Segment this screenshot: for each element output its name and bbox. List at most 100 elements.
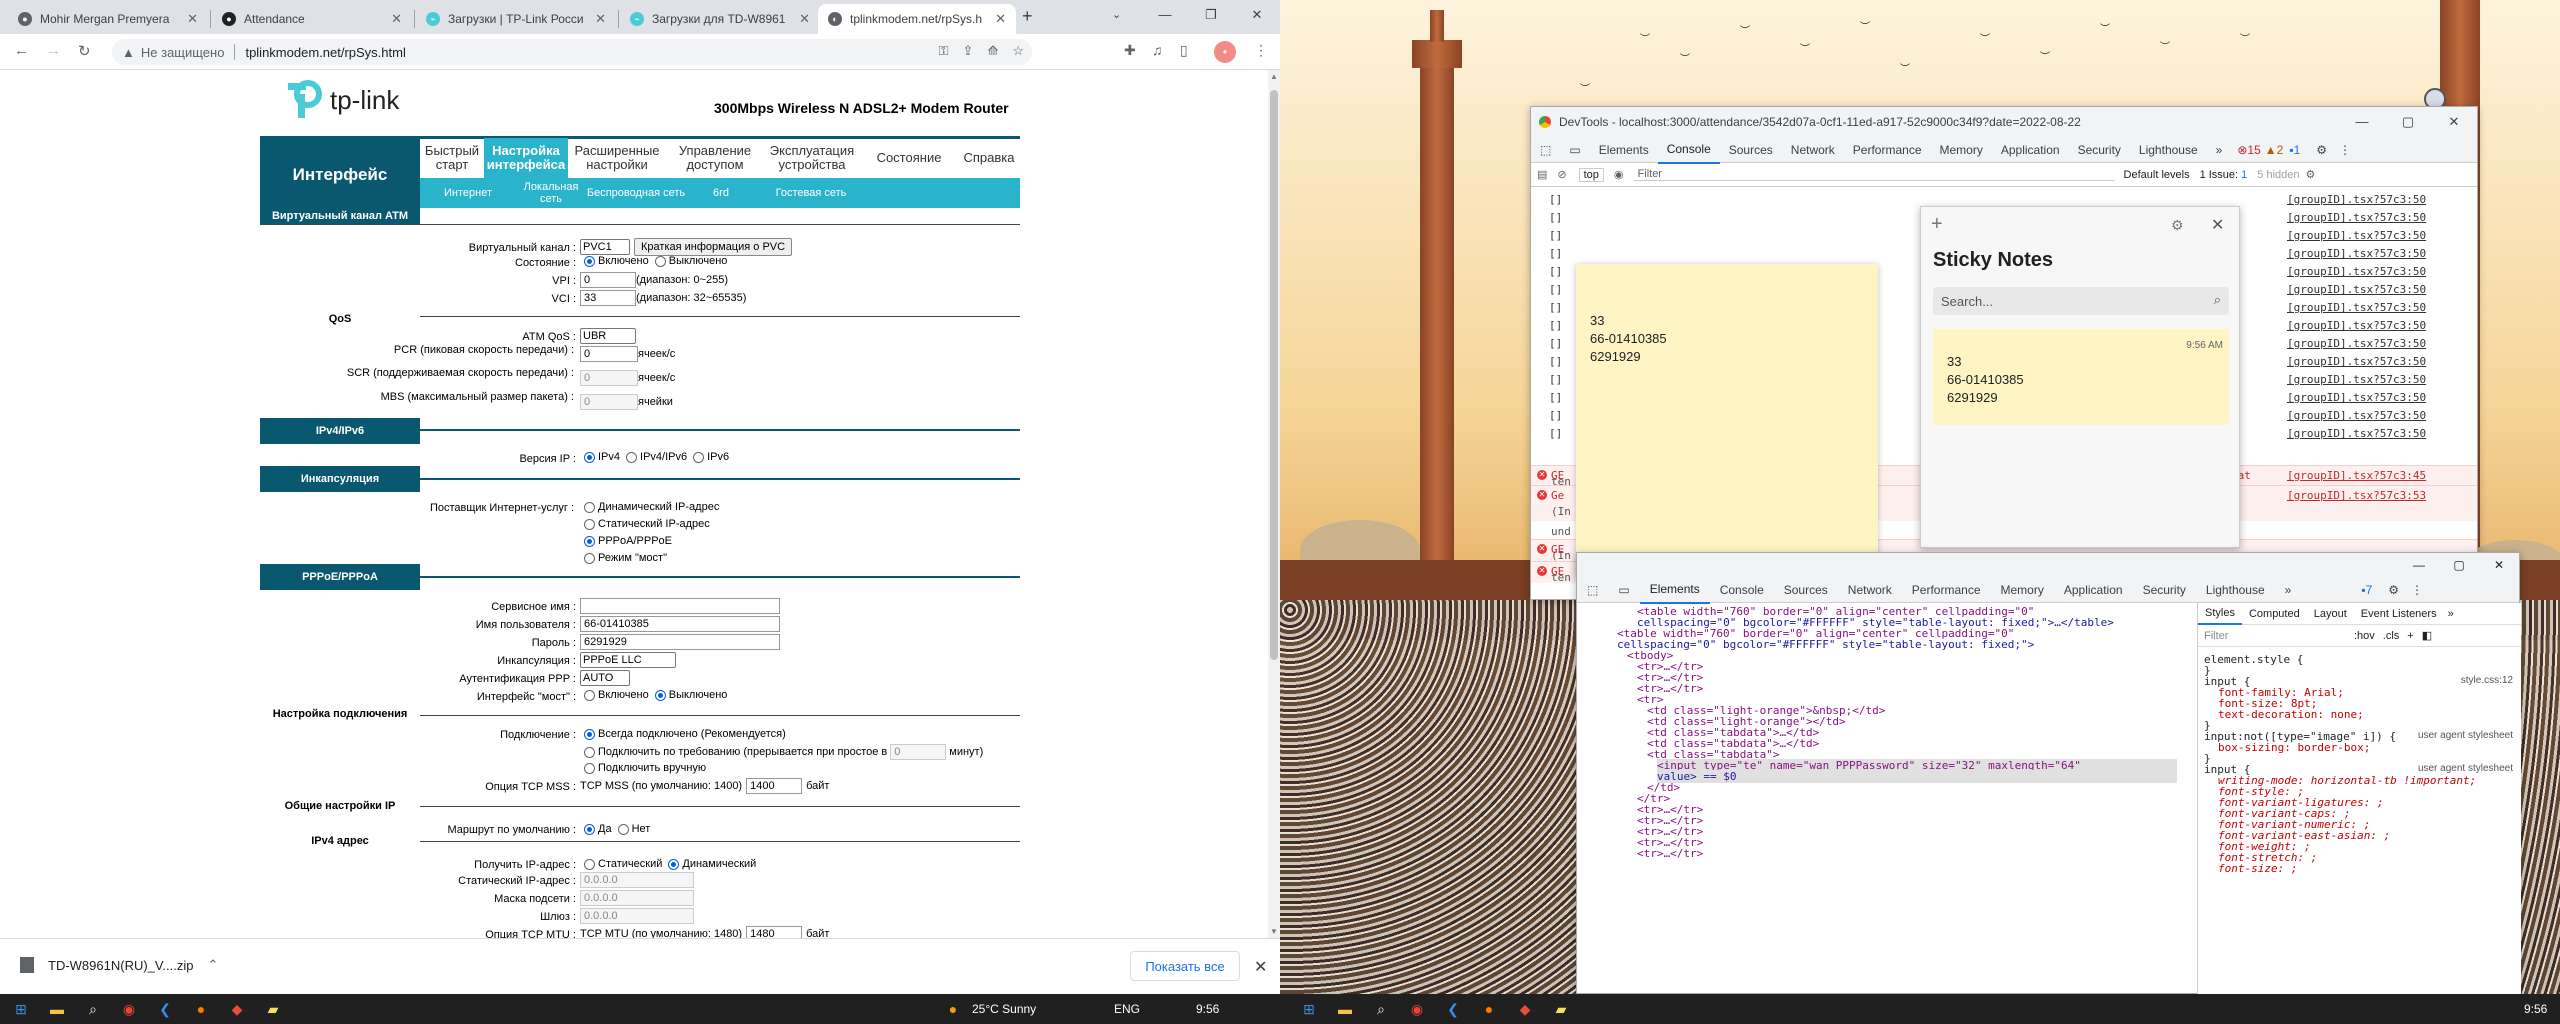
scroll-up-icon[interactable]: ▲	[1270, 72, 1278, 81]
app-orange-icon[interactable]: ●	[1480, 1000, 1498, 1018]
console-row[interactable]: []	[1549, 319, 1562, 332]
note-card[interactable]: 9:56 AM 33 66-01410385 6291929	[1933, 329, 2229, 425]
console-row[interactable]: []	[1549, 337, 1562, 350]
dom-node[interactable]: cellspacing="0" bgcolor="#FFFFFF" style=…	[1617, 638, 2034, 651]
settings-gear-icon[interactable]: ⚙	[2171, 217, 2184, 234]
isp-pppoe-radio[interactable]	[584, 535, 595, 547]
getip-static-radio[interactable]	[584, 858, 595, 870]
subnav-wireless[interactable]: Беспроводная сеть	[586, 178, 686, 208]
auth-select[interactable]: AUTO	[580, 670, 630, 686]
idle-timeout-input[interactable]: 0	[890, 744, 947, 760]
chevron-up-icon[interactable]: ⌃	[207, 957, 218, 973]
vscode-icon[interactable]: ❮	[1444, 1000, 1462, 1018]
tab-close-icon[interactable]: ✕	[391, 11, 402, 27]
chrome-taskbar-icon[interactable]: ◉	[1408, 1000, 1426, 1018]
dom-node[interactable]: <tr>…</tr>	[1637, 847, 1703, 860]
console-row[interactable]: []	[1549, 229, 1562, 242]
profile-avatar[interactable]: •	[1214, 41, 1236, 63]
media-controls-icon[interactable]: ♫	[1152, 42, 1163, 58]
subnav-6rd[interactable]: 6rd	[686, 178, 756, 208]
clear-console-icon[interactable]: ⊘	[1557, 168, 1566, 181]
connect-always-radio[interactable]	[584, 728, 595, 740]
star-bookmark-icon[interactable]: ☆	[1012, 43, 1024, 59]
ipv6-radio[interactable]	[693, 451, 705, 463]
console-row[interactable]: []	[1549, 301, 1562, 314]
console-source-link[interactable]: [groupID].tsx?57c3:50	[2287, 373, 2426, 386]
tab-security[interactable]: Security	[2069, 137, 2130, 163]
app-red-icon[interactable]: ◆	[228, 1000, 246, 1018]
tab-network[interactable]: Network	[1782, 137, 1844, 163]
kebab-menu-icon[interactable]: ⋮	[2411, 583, 2423, 597]
show-all-button[interactable]: Показать все	[1130, 951, 1240, 981]
tab-premyera[interactable]: ● Mohir Mergan Premyera ✕	[8, 4, 208, 34]
cls-toggle[interactable]: .cls	[2383, 630, 2400, 642]
console-row[interactable]: []	[1549, 283, 1562, 296]
styles-filter-input[interactable]: Filter	[2204, 630, 2344, 642]
error-source-link[interactable]: [groupID].tsx?57c3:45	[2287, 469, 2426, 482]
console-source-link[interactable]: [groupID].tsx?57c3:50	[2287, 409, 2426, 422]
console-row[interactable]: []	[1549, 211, 1562, 224]
message-badge[interactable]: ▪7	[2361, 583, 2372, 597]
notes-search-input[interactable]: Search... ⌕	[1933, 287, 2229, 315]
state-off-radio[interactable]	[654, 255, 666, 267]
console-source-link[interactable]: [groupID].tsx?57c3:50	[2287, 391, 2426, 404]
new-tab-plus-icon[interactable]: +	[1022, 6, 1033, 27]
more-tabs-icon[interactable]: »	[2207, 137, 2232, 163]
new-rule-plus-icon[interactable]: +	[2407, 630, 2413, 642]
nav-help[interactable]: Справка	[958, 138, 1020, 178]
console-source-link[interactable]: [groupID].tsx?57c3:50	[2287, 355, 2426, 368]
style-rule-line[interactable]: element.style {	[2204, 653, 2303, 666]
clock-left[interactable]: 9:56	[1196, 1002, 1219, 1016]
nav-advanced-setup[interactable]: Расширенные настройки	[568, 138, 666, 178]
close-download-bar-icon[interactable]: ✕	[1254, 957, 1267, 977]
tab-elements[interactable]: Elements	[1639, 576, 1710, 604]
file-explorer-icon[interactable]: ▬	[1336, 1000, 1354, 1018]
tab-console[interactable]: Console	[1710, 577, 1774, 603]
minimize-icon[interactable]: —	[2399, 553, 2439, 577]
app-red-icon[interactable]: ◆	[1516, 1000, 1534, 1018]
tab-application[interactable]: Application	[1992, 137, 2069, 163]
maximize-icon[interactable]: ❐	[1188, 0, 1234, 34]
side-panel-icon[interactable]: ▯	[1180, 42, 1188, 59]
console-row[interactable]: []	[1549, 373, 1562, 386]
tab-attendance[interactable]: ● Attendance ✕	[212, 4, 412, 34]
mss-input[interactable]: 1400	[746, 778, 803, 794]
sticky-note-text[interactable]: 33 66-01410385 6291929	[1590, 312, 1667, 366]
tab-memory[interactable]: Memory	[1991, 577, 2054, 603]
windows-start-icon[interactable]: ⊞	[12, 1000, 30, 1018]
hov-toggle[interactable]: :hov	[2354, 630, 2375, 642]
console-source-link[interactable]: [groupID].tsx?57c3:50	[2287, 337, 2426, 350]
inspect-icon[interactable]: ⬚	[1577, 577, 1608, 603]
tab-elements[interactable]: Elements	[1590, 137, 1658, 163]
style-source-link[interactable]: user agent stylesheet	[2418, 763, 2513, 774]
toggle-sidebar-icon[interactable]: ◧	[2422, 629, 2432, 642]
minimize-icon[interactable]: —	[2339, 107, 2385, 137]
bridge-on-radio[interactable]	[584, 689, 595, 701]
tab-sources[interactable]: Sources	[1720, 137, 1782, 163]
close-window-icon[interactable]: ✕	[2479, 553, 2519, 577]
route-no-radio[interactable]	[617, 823, 629, 835]
tab-network[interactable]: Network	[1838, 577, 1902, 603]
settings-gear-icon[interactable]: ⚙	[2388, 583, 2399, 597]
pcr-input[interactable]: 0	[580, 346, 638, 362]
tab-performance[interactable]: Performance	[1902, 577, 1991, 603]
tab-close-icon[interactable]: ✕	[799, 11, 810, 27]
windows-start-icon[interactable]: ⊞	[1300, 1000, 1318, 1018]
console-source-link[interactable]: [groupID].tsx?57c3:50	[2287, 427, 2426, 440]
console-source-link[interactable]: [groupID].tsx?57c3:50	[2287, 283, 2426, 296]
console-row[interactable]: []	[1549, 427, 1562, 440]
console-source-link[interactable]: [groupID].tsx?57c3:50	[2287, 265, 2426, 278]
translate-icon[interactable]: ⟰	[987, 43, 998, 59]
password-input[interactable]: 6291929	[580, 634, 780, 650]
vc-select[interactable]: PVC1	[580, 239, 630, 255]
reload-icon[interactable]: ↻	[78, 42, 91, 60]
warning-badge[interactable]: ▲2	[2265, 143, 2284, 157]
console-source-link[interactable]: [groupID].tsx?57c3:50	[2287, 211, 2426, 224]
sticky-notes-taskbar-icon[interactable]: ▰	[264, 1000, 282, 1018]
maximize-icon[interactable]: ▢	[2385, 107, 2431, 137]
search-icon[interactable]: ⌕	[2214, 292, 2221, 308]
tab-close-icon[interactable]: ✕	[595, 11, 606, 27]
console-row[interactable]: []	[1549, 265, 1562, 278]
console-filter-input[interactable]: Filter	[1633, 168, 2114, 181]
download-item[interactable]: TD-W8961N(RU)_V....zip ⌃	[20, 957, 218, 973]
